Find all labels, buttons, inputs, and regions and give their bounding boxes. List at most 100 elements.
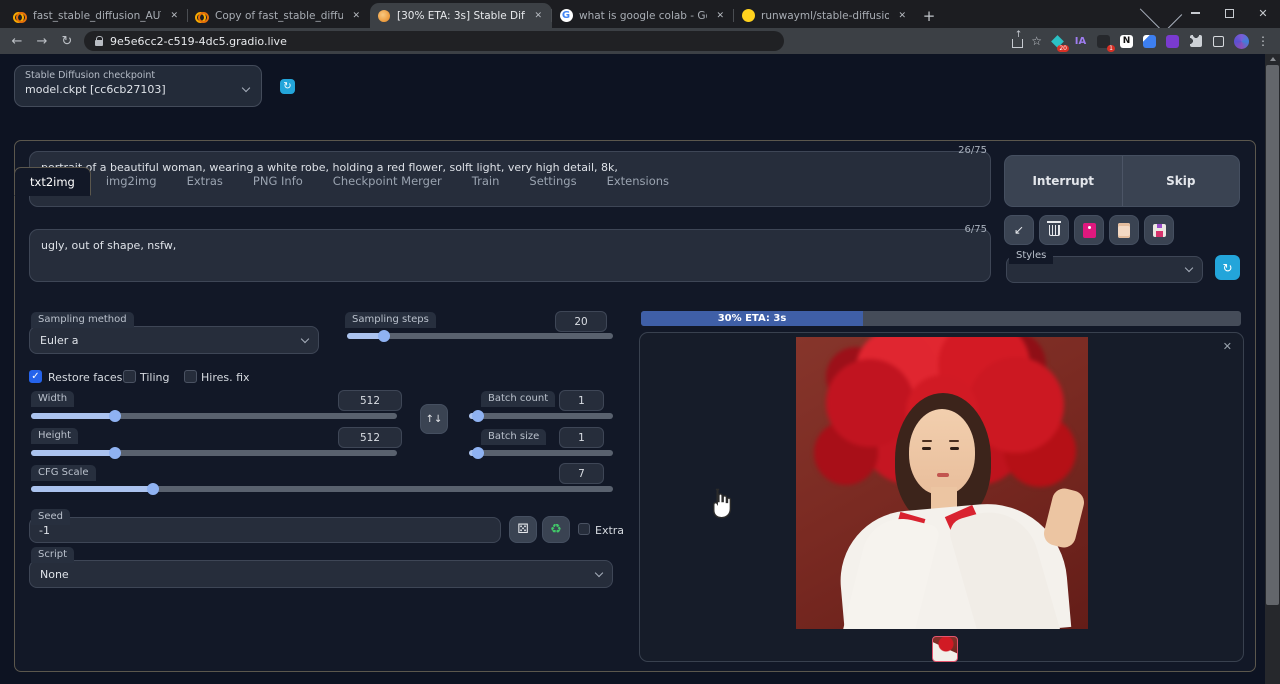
address-bar[interactable]: 9e5e6cc2-c519-4dc5.gradio.live [84,31,784,51]
scrollbar-thumb[interactable] [1266,65,1279,605]
url-text[interactable]: 9e5e6cc2-c519-4dc5.gradio.live [110,35,287,48]
tab-close-icon[interactable]: ✕ [349,10,363,22]
tab-extras[interactable]: Extras [172,167,238,195]
scrollbar-up-arrow[interactable] [1265,54,1280,64]
tab-search-icon[interactable] [1144,0,1178,26]
slider-thumb[interactable] [109,447,121,459]
interrupt-button[interactable]: Interrupt [1005,156,1122,206]
cfg-scale-label: CFG Scale [31,465,96,481]
sd-nav-tabs: txt2img img2img Extras PNG Info Checkpoi… [14,167,684,195]
save-style-button[interactable] [1144,215,1174,245]
tab-close-icon[interactable]: ✕ [895,10,909,22]
sidebar-box-icon[interactable] [1211,34,1226,49]
seed-extra-checkbox[interactable] [578,523,590,535]
browser-menu-icon[interactable]: ⋮ [1257,34,1269,48]
sampling-method-dropdown[interactable]: Euler a [29,326,319,354]
batch-size-slider[interactable] [469,450,613,456]
browser-tabstrip: fast_stable_diffusion_AUTOMA ✕ Copy of f… [0,0,1280,28]
profile-avatar[interactable] [1234,34,1249,49]
tiling-checkbox[interactable] [123,370,136,383]
seed-label: Seed [31,509,70,525]
browser-tab-stable-diffusion[interactable]: [30% ETA: 3s] Stable Diffusion ✕ [370,3,552,28]
window-maximize-button[interactable] [1212,0,1246,26]
sampling-steps-slider[interactable] [347,333,613,339]
page-scrollbar[interactable] [1265,54,1280,684]
new-tab-button[interactable]: + [916,3,942,28]
share-icon[interactable] [1012,39,1023,48]
extensions-puzzle-icon[interactable] [1188,34,1203,49]
height-value[interactable]: 512 [338,427,402,448]
browser-tab-colab-1[interactable]: fast_stable_diffusion_AUTOMA ✕ [6,3,188,28]
negative-prompt-input[interactable]: ugly, out of shape, nsfw, [29,229,991,282]
gallery-close-icon[interactable]: ✕ [1223,340,1232,353]
checkpoint-dropdown[interactable]: Stable Diffusion checkpoint model.ckpt [… [14,65,262,107]
negative-prompt-token-counter: 6/75 [935,224,987,235]
extension-ia-icon[interactable]: IA [1073,34,1088,49]
tab-png-info[interactable]: PNG Info [238,167,318,195]
swap-dimensions-button[interactable]: ↑↓ [420,404,448,434]
batch-count-slider[interactable] [469,413,613,419]
cfg-scale-value[interactable]: 7 [559,463,604,484]
google-icon: G [560,9,573,22]
apply-style-button[interactable] [1109,215,1139,245]
cfg-scale-slider[interactable] [31,486,613,492]
width-slider[interactable] [31,413,397,419]
generated-image-preview[interactable] [796,337,1088,629]
width-value[interactable]: 512 [338,390,402,411]
clear-prompt-button[interactable] [1039,215,1069,245]
gradio-page: Stable Diffusion checkpoint model.ckpt [… [0,54,1280,684]
tab-close-icon[interactable]: ✕ [531,10,545,22]
read-params-button[interactable]: ↙ [1004,215,1034,245]
tab-extensions[interactable]: Extensions [592,167,684,195]
slider-thumb[interactable] [472,447,484,459]
hires-fix-checkbox[interactable] [184,370,197,383]
window-minimize-button[interactable] [1178,0,1212,26]
checkpoint-refresh-button[interactable]: ↻ [280,79,295,94]
batch-count-value[interactable]: 1 [559,390,604,411]
bookmark-star-icon[interactable]: ☆ [1031,34,1042,48]
forward-icon[interactable]: → [34,34,50,49]
extension-notion-icon[interactable]: N [1119,34,1134,49]
slider-thumb[interactable] [147,483,159,495]
tab-close-icon[interactable]: ✕ [713,10,727,22]
back-icon[interactable]: ← [9,34,25,49]
browser-tab-colab-2[interactable]: Copy of fast_stable_diffusion_ ✕ [188,3,370,28]
seed-input[interactable]: -1 [29,517,501,543]
tab-train[interactable]: Train [457,167,515,195]
browser-tab-huggingface[interactable]: runwayml/stable-diffusion-v1 ✕ [734,3,916,28]
tab-txt2img[interactable]: txt2img [14,167,91,196]
slider-thumb[interactable] [109,410,121,422]
tab-settings[interactable]: Settings [514,167,591,195]
gallery-thumbnail[interactable] [932,636,958,662]
skip-button[interactable]: Skip [1122,156,1240,206]
tab-img2img[interactable]: img2img [91,167,172,195]
extension-blue-icon[interactable] [1142,34,1157,49]
script-dropdown[interactable]: None [29,560,613,588]
extension-diamond-icon[interactable]: 20 [1050,34,1065,49]
height-slider[interactable] [31,450,397,456]
reuse-seed-button[interactable]: ♻ [542,516,570,543]
gradio-icon [378,10,390,22]
dice-icon: ⚄ [517,522,528,537]
extra-networks-button[interactable] [1074,215,1104,245]
batch-size-value[interactable]: 1 [559,427,604,448]
styles-refresh-button[interactable]: ↻ [1215,255,1240,280]
tab-title: runwayml/stable-diffusion-v1 [761,10,889,22]
tab-close-icon[interactable]: ✕ [167,10,181,22]
txt2img-panel: 26/75 portrait of a beautiful woman, wea… [14,140,1256,672]
reload-icon[interactable]: ↻ [59,34,75,49]
sampling-steps-value[interactable]: 20 [555,311,607,332]
slider-thumb[interactable] [472,410,484,422]
slider-thumb[interactable] [378,330,390,342]
browser-tab-google[interactable]: G what is google colab - Google ✕ [552,3,734,28]
window-close-button[interactable]: ✕ [1246,0,1280,26]
restore-faces-checkbox[interactable]: ✓ [29,370,42,383]
raised-hand [1041,486,1086,550]
tab-checkpoint-merger[interactable]: Checkpoint Merger [318,167,457,195]
extension-camera-icon[interactable]: 1 [1096,34,1111,49]
random-seed-button[interactable]: ⚄ [509,516,537,543]
recycle-icon: ♻ [550,522,562,537]
tab-title: what is google colab - Google [579,10,707,22]
progress-fill: 30% ETA: 3s [641,311,863,326]
extension-purple-icon[interactable] [1165,34,1180,49]
